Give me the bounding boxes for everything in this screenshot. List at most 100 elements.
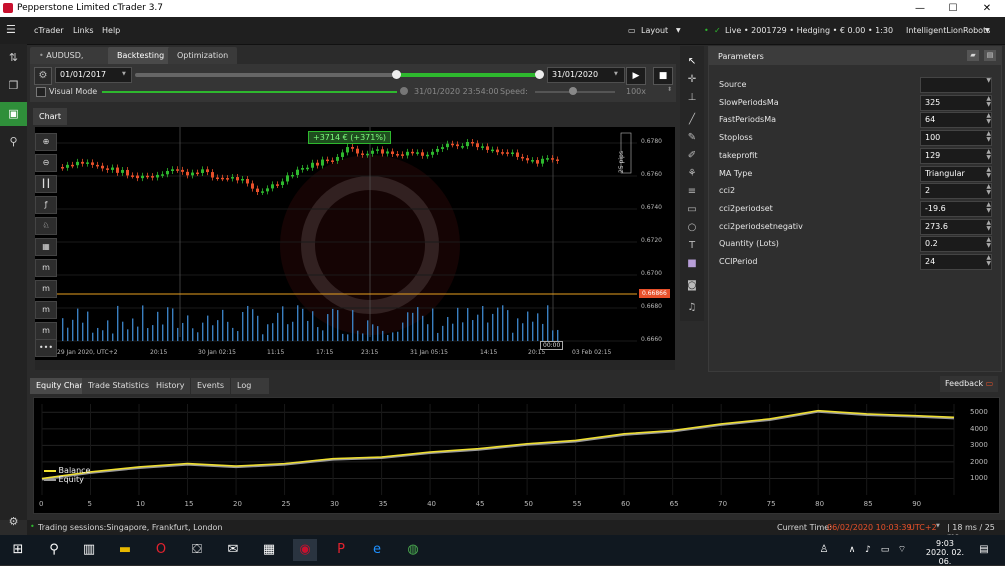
- opera-icon[interactable]: O: [149, 539, 173, 561]
- tab-chart[interactable]: Chart: [33, 108, 67, 125]
- alert-bell-icon[interactable]: ♫: [683, 300, 701, 316]
- price-chart[interactable]: ⊕ ⊖ ┃┃ ƒ ♘ ▦ m m m m ••• +3714 € (+371%)…: [35, 127, 675, 360]
- param-stepper-icon[interactable]: ▲ ▼: [986, 131, 991, 143]
- save-params-icon[interactable]: ▤: [984, 50, 996, 61]
- account-info[interactable]: Live • 2001729 • Hedging • € 0.00 • 1:30: [725, 26, 893, 35]
- param-stepper-icon[interactable]: ▲ ▼: [986, 201, 991, 214]
- user-name[interactable]: IntelligentLionRobots: [906, 26, 990, 35]
- analyze-icon[interactable]: ⚲: [0, 130, 27, 154]
- tab-events[interactable]: Events: [191, 378, 231, 394]
- end-date-chevron-icon[interactable]: ▼: [614, 71, 618, 77]
- tab-symbol[interactable]: • AUDUSD, m45: [30, 47, 110, 78]
- param-value-field[interactable]: [920, 77, 992, 93]
- param-value-field[interactable]: 100: [920, 130, 992, 147]
- cursor-icon[interactable]: ↖: [683, 54, 701, 70]
- tab-backtesting[interactable]: Backtesting: [108, 47, 174, 65]
- open-folder-icon[interactable]: ▰: [967, 50, 979, 61]
- speed-slider-handle[interactable]: [569, 87, 577, 95]
- param-stepper-icon[interactable]: ▲ ▼: [986, 184, 991, 196]
- user-chevron-icon[interactable]: ▼: [985, 27, 990, 34]
- crosshair-icon[interactable]: ✛: [683, 72, 701, 88]
- people-icon[interactable]: ♙: [812, 539, 836, 561]
- play-button[interactable]: ▶: [626, 67, 646, 85]
- maximize-button[interactable]: ☐: [938, 1, 968, 16]
- chevron-down-icon[interactable]: ▼: [676, 27, 681, 34]
- wifi-icon[interactable]: ⌔: [890, 539, 914, 561]
- ctrader-taskbar-icon[interactable]: ◉: [293, 539, 317, 561]
- param-stepper-icon[interactable]: ▲ ▼: [986, 166, 991, 179]
- fib-levels-icon[interactable]: ≡: [683, 184, 701, 200]
- more-options-icon[interactable]: •••: [35, 339, 57, 357]
- layout-button[interactable]: Layout: [641, 26, 668, 35]
- timezone-selector[interactable]: UTC+2: [909, 523, 937, 532]
- ellipse-icon[interactable]: ○: [683, 220, 701, 236]
- backtest-settings-gear-icon[interactable]: ⚙: [34, 67, 52, 85]
- mail-icon[interactable]: ✉: [221, 539, 245, 561]
- task-view-icon[interactable]: ▥: [77, 539, 101, 561]
- param-stepper-icon[interactable]: ▲ ▼: [986, 255, 991, 267]
- edge-icon[interactable]: e: [365, 539, 389, 561]
- range-start-handle[interactable]: [392, 70, 401, 79]
- layout-icon[interactable]: ▭: [628, 26, 636, 35]
- timeframe-m30-icon[interactable]: m: [35, 322, 57, 340]
- param-value-field[interactable]: 273.6: [920, 218, 992, 235]
- param-value-field[interactable]: 325: [920, 94, 992, 111]
- copy-icon[interactable]: ❐: [0, 74, 27, 98]
- param-stepper-icon[interactable]: ▲ ▼: [986, 113, 991, 125]
- notifications-icon[interactable]: ▤: [972, 539, 996, 561]
- color-picker-icon[interactable]: ■: [683, 256, 701, 272]
- timeframe-m5-icon[interactable]: m: [35, 280, 57, 298]
- menu-help[interactable]: Help: [102, 26, 120, 35]
- menu-links[interactable]: Links: [73, 26, 94, 35]
- settings-gear-icon[interactable]: ⚙: [0, 510, 27, 534]
- indicators-icon[interactable]: ƒ: [35, 196, 57, 214]
- close-button[interactable]: ✕: [972, 1, 1002, 16]
- tab-optimization[interactable]: Optimization: [168, 47, 238, 65]
- search-icon[interactable]: ⚲: [42, 539, 66, 561]
- trade-icon[interactable]: ⇅: [0, 46, 27, 70]
- fibonacci-icon[interactable]: ⚘: [683, 166, 701, 182]
- brush-icon[interactable]: ✐: [683, 148, 701, 164]
- minimize-button[interactable]: —: [905, 1, 935, 16]
- objects-icon[interactable]: ▦: [35, 238, 57, 256]
- equity-chart[interactable]: Balance Equity 5000 4000 3000 2000 1000 0 5 10…: [33, 397, 1000, 514]
- text-icon[interactable]: T: [683, 238, 701, 254]
- param-value-field[interactable]: 2: [920, 183, 992, 200]
- rectangle-icon[interactable]: ▭: [683, 202, 701, 218]
- tab-history[interactable]: History: [150, 378, 191, 394]
- param-value-field[interactable]: 64: [920, 112, 992, 129]
- camera-icon[interactable]: ◙: [683, 278, 701, 294]
- param-stepper-icon[interactable]: ▲ ▼: [986, 219, 991, 232]
- bots-icon[interactable]: ♘: [35, 217, 57, 235]
- visual-mode-checkbox[interactable]: [36, 87, 46, 97]
- chart-scrollbar[interactable]: [35, 360, 675, 370]
- tab-trade-statistics[interactable]: Trade Statistics: [82, 378, 156, 394]
- start-date-chevron-icon[interactable]: ▼: [122, 71, 126, 77]
- store-icon[interactable]: ⛋: [185, 539, 209, 561]
- param-value-field[interactable]: -19.6: [920, 200, 992, 217]
- chrome-icon[interactable]: ◍: [401, 539, 425, 561]
- stop-button[interactable]: ■: [653, 67, 673, 85]
- windows-start-icon[interactable]: ⊞: [6, 539, 30, 561]
- zoom-out-icon[interactable]: ⊖: [35, 154, 57, 172]
- taskbar-clock[interactable]: 9:03 2020. 02. 06.: [925, 539, 965, 566]
- visual-progress-handle[interactable]: [400, 87, 408, 95]
- range-end-handle[interactable]: [535, 70, 544, 79]
- timezone-chevron-icon[interactable]: ▼: [936, 523, 940, 529]
- chart-type-icon[interactable]: ┃┃: [35, 175, 57, 193]
- source-chevron-icon[interactable]: ▼: [986, 78, 991, 84]
- calculator-icon[interactable]: ▦: [257, 539, 281, 561]
- hamburger-menu-icon[interactable]: ☰: [6, 23, 16, 36]
- pencil-icon[interactable]: ✎: [683, 130, 701, 146]
- pepperstone-taskbar-icon[interactable]: P: [329, 539, 353, 561]
- feedback-button[interactable]: Feedback ▭: [940, 376, 999, 392]
- param-value-field[interactable]: 0.2: [920, 236, 992, 253]
- zoom-in-icon[interactable]: ⊕: [35, 133, 57, 151]
- param-stepper-icon[interactable]: ▲ ▼: [986, 148, 991, 161]
- timeframe-m1-icon[interactable]: m: [35, 259, 57, 277]
- tab-log[interactable]: Log: [231, 378, 269, 394]
- menu-ctrader[interactable]: cTrader: [34, 26, 64, 35]
- param-value-field[interactable]: 129: [920, 147, 992, 164]
- speed-stepper-icon[interactable]: ⬍: [667, 86, 672, 93]
- ruler-icon[interactable]: ⊥: [683, 90, 701, 106]
